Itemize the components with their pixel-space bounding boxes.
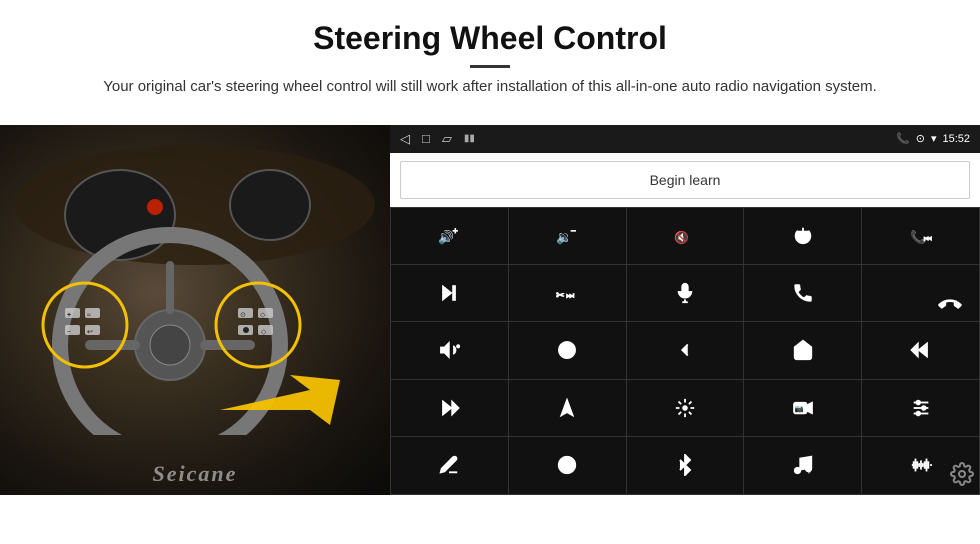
navigate-button[interactable] <box>509 380 626 436</box>
phone-call-button[interactable] <box>744 265 861 321</box>
status-right: 📞 ⊙ ▾ 15:52 <box>896 132 970 145</box>
signal-icon: ▮▮ <box>464 133 475 144</box>
vol-down-button[interactable]: 🔉− <box>509 208 626 264</box>
steering-wheel-svg: + ≈ − ↩ ⊙ ◇ ◇ <box>0 125 390 435</box>
sliders-button[interactable] <box>862 380 979 436</box>
recents-nav-icon[interactable]: ▱ <box>442 131 452 147</box>
content-area: + ≈ − ↩ ⊙ ◇ ◇ <box>0 125 980 495</box>
wifi-icon: ▾ <box>931 132 937 145</box>
title-divider <box>470 65 510 68</box>
vol-up-button[interactable]: 🔊+ <box>391 208 508 264</box>
next-button[interactable] <box>391 265 508 321</box>
horn-button[interactable] <box>391 322 508 378</box>
svg-text:✂: ✂ <box>556 291 564 302</box>
skip-prev-button[interactable] <box>862 322 979 378</box>
page-header: Steering Wheel Control Your original car… <box>0 0 980 125</box>
hang-up-button[interactable] <box>862 265 979 321</box>
home-nav-icon[interactable]: □ <box>422 131 430 146</box>
location-icon: ⊙ <box>916 132 925 145</box>
svg-text:⏭: ⏭ <box>566 291 574 301</box>
begin-learn-row: Begin learn <box>390 153 980 207</box>
status-nav-icons: ◁ □ ▱ ▮▮ <box>400 131 475 147</box>
back-button[interactable] <box>627 322 744 378</box>
phone-icon: 📞 <box>896 132 910 145</box>
svg-text:◇: ◇ <box>260 312 266 319</box>
status-bar: ◁ □ ▱ ▮▮ 📞 ⊙ ▾ 15:52 <box>390 125 980 153</box>
svg-text:+: + <box>453 226 458 236</box>
control-grid: 🔊+ 🔉− 🔇 📞⏮ <box>390 207 980 495</box>
page-title: Steering Wheel Control <box>60 20 920 57</box>
begin-learn-button[interactable]: Begin learn <box>400 161 970 199</box>
gear-icon[interactable] <box>950 462 974 486</box>
back-nav-icon[interactable]: ◁ <box>400 131 410 147</box>
svg-text:360°: 360° <box>564 349 574 354</box>
svg-text:🔇: 🔇 <box>674 230 689 244</box>
page-subtitle: Your original car's steering wheel contr… <box>100 76 880 99</box>
mic-button[interactable] <box>627 265 744 321</box>
360-view-button[interactable]: 360° <box>509 322 626 378</box>
vol-mute-button[interactable]: 🔇 <box>627 208 744 264</box>
svg-text:⏮: ⏮ <box>923 233 931 243</box>
svg-text:🔉: 🔉 <box>556 229 572 245</box>
svg-text:🔊: 🔊 <box>438 228 454 245</box>
home-button[interactable] <box>744 322 861 378</box>
car-image: + ≈ − ↩ ⊙ ◇ ◇ <box>0 125 390 495</box>
svg-text:+: + <box>67 312 71 319</box>
equalizer-button[interactable] <box>627 380 744 436</box>
page-container: Steering Wheel Control Your original car… <box>0 0 980 495</box>
svg-text:📷: 📷 <box>795 404 804 413</box>
svg-text:−: − <box>67 329 71 336</box>
fast-forward-button[interactable]: ✂⏭ <box>509 265 626 321</box>
camera-button[interactable]: 📷 <box>744 380 861 436</box>
svg-text:♪: ♪ <box>807 467 811 476</box>
status-time: 15:52 <box>942 133 970 145</box>
car-image-bg: + ≈ − ↩ ⊙ ◇ ◇ <box>0 125 390 495</box>
svg-text:↩: ↩ <box>87 329 93 336</box>
pen-button[interactable] <box>391 437 508 493</box>
power-button[interactable] <box>744 208 861 264</box>
bluetooth-button[interactable] <box>627 437 744 493</box>
svg-text:≈: ≈ <box>87 312 91 319</box>
brand-text: Seicane <box>153 461 238 487</box>
unit-panel: ◁ □ ▱ ▮▮ 📞 ⊙ ▾ 15:52 Begin learn <box>390 125 980 495</box>
svg-text:⊙: ⊙ <box>240 312 246 319</box>
prev-track-button[interactable]: 📞⏮ <box>862 208 979 264</box>
music-button[interactable]: ♪ <box>744 437 861 493</box>
gear-icon-area <box>950 462 974 491</box>
circle-dot-button[interactable] <box>509 437 626 493</box>
skip-next-button[interactable] <box>391 380 508 436</box>
svg-text:◇: ◇ <box>261 329 267 336</box>
svg-text:−: − <box>571 226 576 236</box>
